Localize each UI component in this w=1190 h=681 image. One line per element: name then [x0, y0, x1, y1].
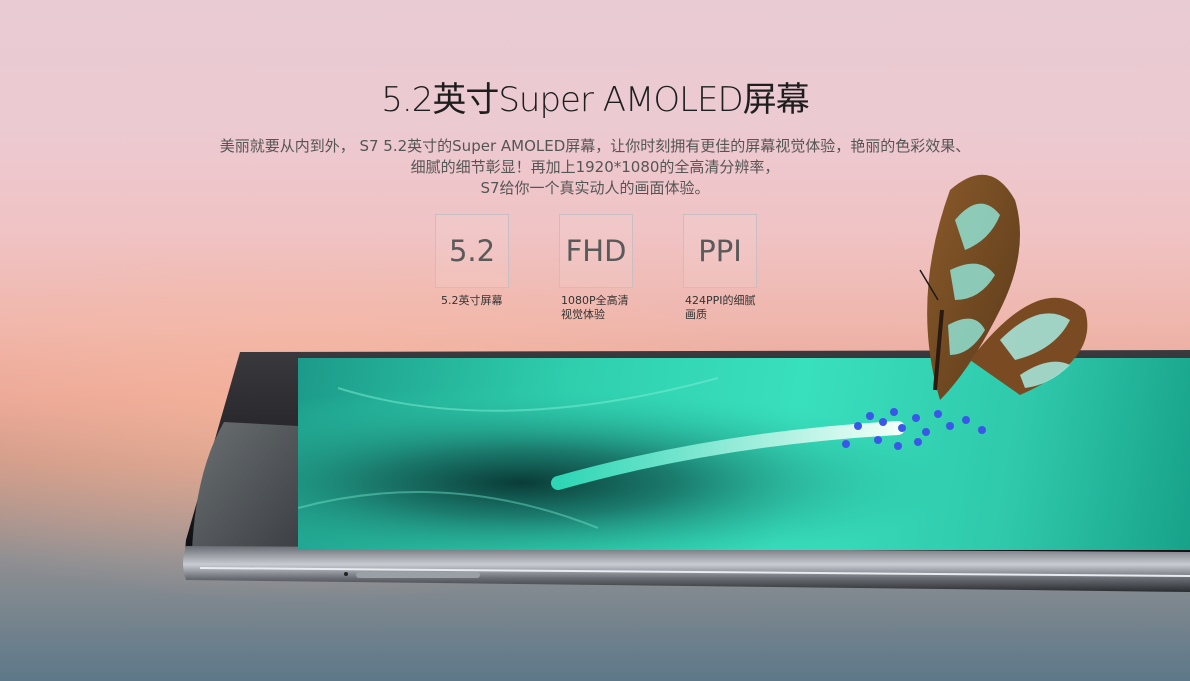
butterfly-image [919, 174, 1088, 400]
